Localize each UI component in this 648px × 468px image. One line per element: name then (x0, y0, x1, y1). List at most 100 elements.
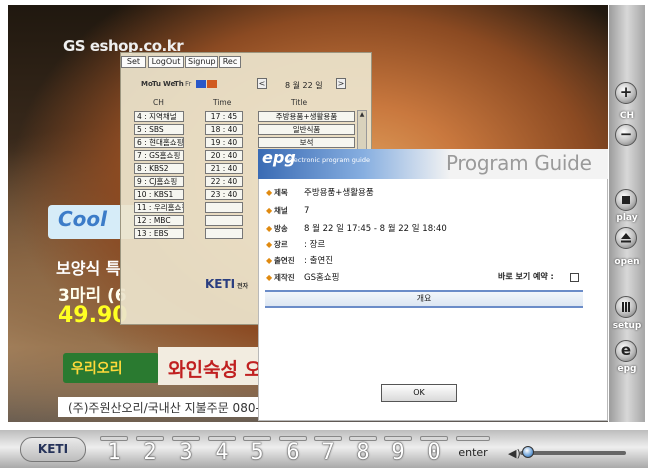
setup-button[interactable] (615, 296, 637, 318)
digit-key-7[interactable]: 7 (314, 436, 342, 465)
time-cell[interactable] (205, 202, 243, 213)
next-date-button[interactable]: > (336, 78, 346, 89)
time-cell[interactable]: 20 : 40 (205, 150, 243, 161)
open-button[interactable] (615, 227, 637, 249)
time-cell[interactable] (205, 228, 243, 239)
play-button[interactable] (615, 189, 637, 211)
time-cell[interactable]: 19 : 40 (205, 137, 243, 148)
time-cell[interactable]: 22 : 40 (205, 176, 243, 187)
channel-row[interactable]: 7 : GS홈쇼핑 (134, 150, 184, 161)
bullet-icon: ◆ (266, 256, 273, 265)
bullet-icon: ◆ (266, 240, 273, 249)
reserve-view-label: 바로 보기 예약 : (498, 272, 554, 281)
epg-application: GS eshop.co.kr Cool 보양식 특 3마리 (6 49.90 우… (0, 0, 648, 468)
channel-row[interactable]: 11 : 우리홈쇼핑 (134, 202, 184, 213)
digit-key-5[interactable]: 5 (243, 436, 271, 465)
digit-label: 3 (179, 440, 193, 465)
day-su[interactable]: Su (207, 80, 218, 88)
reserve-view-checkbox[interactable] (570, 273, 579, 282)
digit-label: 5 (250, 440, 264, 465)
epg-button[interactable]: e (615, 340, 637, 362)
digit-key-9[interactable]: 9 (384, 436, 412, 465)
field-key: 장르 (274, 240, 288, 249)
volume-knob[interactable] (522, 446, 534, 458)
bullet-icon: ◆ (266, 188, 273, 197)
prev-date-button[interactable]: < (257, 78, 267, 89)
stop-icon (622, 196, 630, 204)
time-cell[interactable]: 17 : 45 (205, 111, 243, 122)
scroll-up-icon[interactable]: ▲ (358, 111, 366, 118)
channel-down-button[interactable]: − (615, 124, 637, 146)
day-sa[interactable]: Sa (196, 80, 206, 88)
digit-key-0[interactable]: 0 (420, 436, 448, 465)
epg-logo-subtitle: electronic program guide (288, 156, 370, 164)
digit-key-8[interactable]: 8 (349, 436, 377, 465)
digit-key-4[interactable]: 4 (208, 436, 236, 465)
signup-button[interactable]: Signup (185, 56, 218, 68)
keti-home-button[interactable]: KETI (20, 437, 86, 462)
title-cell[interactable]: 주방용품+생활용품 (258, 111, 355, 122)
day-tu[interactable]: Tu (152, 80, 161, 88)
rec-button[interactable]: Rec (219, 56, 241, 68)
open-label: open (614, 257, 640, 267)
field-value: GS홈쇼핑 (304, 273, 340, 283)
title-cell[interactable]: 보석 (258, 137, 355, 148)
field-value: 8 월 22 일 17:45 - 8 월 22 일 18:40 (304, 224, 447, 234)
field-broadcast-row: ◆ 방송 8 월 22 일 17:45 - 8 월 22 일 18:40 (266, 222, 447, 234)
digit-key-3[interactable]: 3 (172, 436, 200, 465)
setup-label: setup (612, 321, 642, 331)
digit-key-2[interactable]: 2 (136, 436, 164, 465)
speaker-icon: ◀) (508, 447, 521, 460)
field-genre-row: ◆ 장르: 장르 (266, 238, 325, 250)
title-cell[interactable]: 일반식품 (258, 124, 355, 135)
digit-label: 4 (215, 440, 229, 465)
field-key: 제작진 (274, 273, 295, 282)
ok-button[interactable]: OK (381, 384, 457, 402)
digit-label: 2 (143, 440, 157, 465)
digit-label: 9 (391, 440, 405, 465)
digit-key-6[interactable]: 6 (279, 436, 307, 465)
time-cell[interactable]: 18 : 40 (205, 124, 243, 135)
channel-label: CH (619, 111, 635, 121)
field-key: 출연진 (274, 256, 295, 265)
keti-logo-text: KETI (205, 277, 236, 291)
cool-brand-text: Cool (58, 207, 108, 231)
channel-row[interactable]: 9 : CJ홈쇼핑 (134, 176, 184, 187)
channel-row[interactable]: 8 : KBS2 (134, 163, 184, 174)
promo-line-1: 보양식 특 (56, 259, 121, 278)
volume-slider[interactable] (520, 451, 626, 455)
epg-label: epg (617, 364, 637, 374)
bullet-icon: ◆ (266, 206, 273, 215)
time-cell[interactable]: 21 : 40 (205, 163, 243, 174)
channel-row[interactable]: 5 : SBS (134, 124, 184, 135)
field-cast-row: ◆ 출연진: 출연진 (266, 254, 333, 266)
keti-logo-sub: 전자 (237, 283, 249, 290)
field-title-row: ◆ 제목 주방용품+생활용품 (266, 186, 374, 198)
brand-logo: 우리오리 (63, 353, 159, 383)
current-date: 8 월 22 일 (285, 81, 323, 90)
day-fr[interactable]: Fr (185, 80, 191, 88)
day-th[interactable]: Th (174, 80, 184, 88)
enter-key[interactable]: enter (456, 436, 490, 464)
column-header-time: Time (213, 98, 232, 107)
time-cell[interactable] (205, 215, 243, 226)
channel-row[interactable]: 13 : EBS (134, 228, 184, 239)
bullet-icon: ◆ (266, 224, 273, 233)
time-cell[interactable]: 23 : 40 (205, 189, 243, 200)
field-value: 7 (304, 206, 310, 216)
digit-key-1[interactable]: 1 (100, 436, 128, 465)
column-header-title: Title (291, 98, 308, 107)
channel-row[interactable]: 12 : MBC (134, 215, 184, 226)
channel-row[interactable]: 4 : 지역채널 (134, 111, 184, 122)
channel-row[interactable]: 6 : 현대홈쇼핑 (134, 137, 184, 148)
day-mo[interactable]: Mo (141, 80, 153, 88)
field-key: 제목 (274, 188, 288, 197)
bullet-icon: ◆ (266, 273, 273, 282)
menu-icon (622, 302, 630, 312)
field-channel-row: ◆ 채널 7 (266, 205, 309, 216)
summary-label: 개요 (416, 294, 432, 303)
channel-row[interactable]: 10 : KBS1 (134, 189, 184, 200)
set-button[interactable]: Set (121, 56, 146, 68)
logout-button[interactable]: LogOut (148, 56, 184, 68)
channel-up-button[interactable]: + (615, 82, 637, 104)
